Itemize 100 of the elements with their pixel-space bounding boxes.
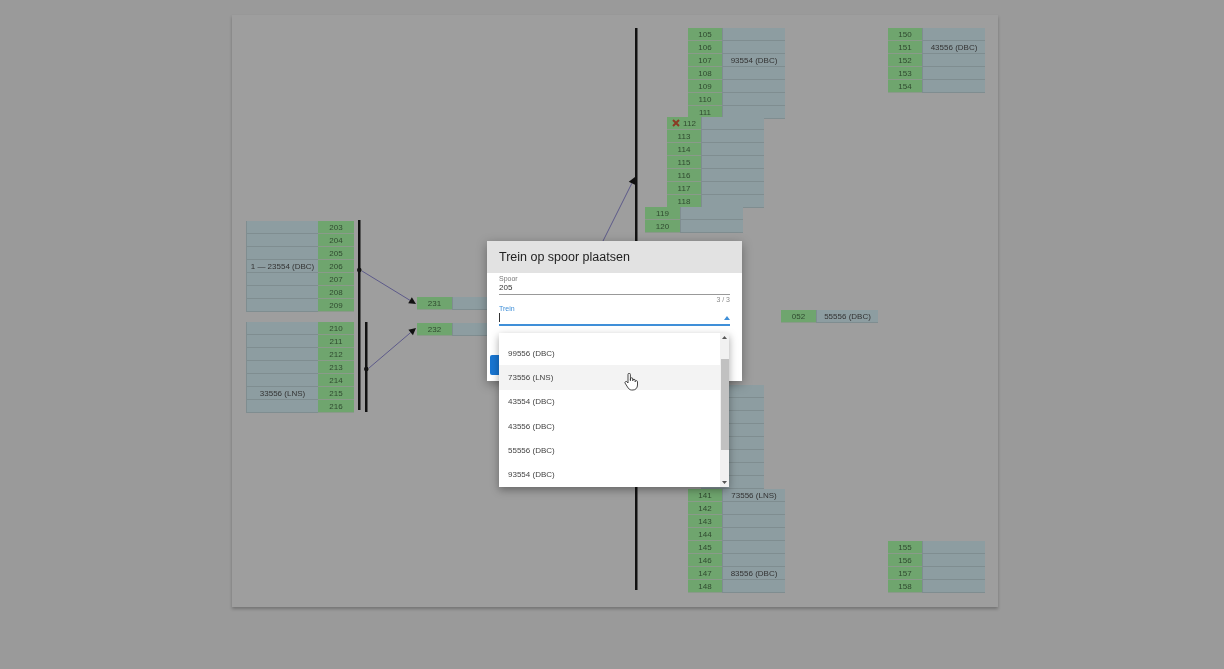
track-number[interactable]: 207 — [318, 273, 354, 286]
dropdown-option[interactable]: 55556 (DBC) — [499, 438, 720, 463]
track-number[interactable]: 117 — [667, 182, 701, 195]
train-slot[interactable] — [922, 554, 985, 567]
track-number[interactable]: 212 — [318, 348, 354, 361]
train-slot[interactable] — [452, 297, 487, 310]
train-slot[interactable] — [722, 515, 785, 528]
train-slot[interactable] — [922, 28, 985, 41]
track-number[interactable]: 112 — [667, 117, 701, 130]
track-number[interactable]: 141 — [688, 489, 722, 502]
train-slot[interactable]: 73556 (LNS) — [722, 489, 785, 502]
track-number[interactable]: 153 — [888, 67, 922, 80]
track-number[interactable]: 147 — [688, 567, 722, 580]
track-number[interactable]: 158 — [888, 580, 922, 593]
dropdown-option[interactable]: 43554 (DBC) — [499, 389, 720, 414]
track-number[interactable]: 145 — [688, 541, 722, 554]
track-number[interactable]: 213 — [318, 361, 354, 374]
track-number[interactable]: 114 — [667, 143, 701, 156]
track-number[interactable]: 143 — [688, 515, 722, 528]
train-slot[interactable] — [922, 67, 985, 80]
train-slot[interactable] — [722, 580, 785, 593]
train-slot[interactable] — [722, 502, 785, 515]
scroll-down-icon[interactable] — [722, 481, 727, 484]
train-slot[interactable] — [722, 106, 785, 119]
track-number[interactable]: 105 — [688, 28, 722, 41]
track-number[interactable]: 151 — [888, 41, 922, 54]
train-slot[interactable] — [701, 195, 764, 208]
track-number[interactable]: 154 — [888, 80, 922, 93]
train-slot[interactable] — [922, 541, 985, 554]
track-number[interactable]: 232 — [417, 323, 452, 336]
train-slot[interactable] — [246, 299, 318, 312]
train-slot[interactable] — [452, 323, 487, 336]
train-slot[interactable] — [701, 117, 764, 130]
train-slot[interactable]: 83556 (DBC) — [722, 567, 785, 580]
train-slot[interactable] — [922, 80, 985, 93]
track-number[interactable]: 107 — [688, 54, 722, 67]
train-slot[interactable] — [722, 67, 785, 80]
train-slot[interactable]: 33556 (LNS) — [246, 387, 318, 400]
track-number[interactable]: 109 — [688, 80, 722, 93]
track-number[interactable]: 216 — [318, 400, 354, 413]
train-slot[interactable] — [246, 400, 318, 413]
track-number[interactable]: 119 — [645, 207, 680, 220]
train-slot[interactable] — [722, 93, 785, 106]
track-number[interactable]: 106 — [688, 41, 722, 54]
dropdown-option[interactable]: 73556 (LNS) — [499, 365, 720, 390]
track-number[interactable]: 205 — [318, 247, 354, 260]
track-number[interactable]: 144 — [688, 528, 722, 541]
track-number[interactable]: 148 — [688, 580, 722, 593]
track-number[interactable]: 146 — [688, 554, 722, 567]
train-slot[interactable] — [701, 182, 764, 195]
track-number[interactable]: 113 — [667, 130, 701, 143]
train-slot[interactable] — [246, 286, 318, 299]
track-number[interactable]: 110 — [688, 93, 722, 106]
track-number[interactable]: 214 — [318, 374, 354, 387]
scrollbar[interactable] — [720, 333, 729, 487]
train-slot[interactable] — [722, 80, 785, 93]
train-slot[interactable] — [246, 348, 318, 361]
train-slot[interactable] — [722, 541, 785, 554]
track-number[interactable]: 156 — [888, 554, 922, 567]
track-number[interactable]: 203 — [318, 221, 354, 234]
train-slot[interactable]: 93554 (DBC) — [722, 54, 785, 67]
train-slot[interactable] — [922, 567, 985, 580]
train-slot[interactable]: 55556 (DBC) — [816, 310, 878, 323]
track-number[interactable]: 206 — [318, 260, 354, 273]
train-slot[interactable] — [246, 322, 318, 335]
dropdown-option[interactable]: 43556 (DBC) — [499, 414, 720, 439]
track-number[interactable]: 052 — [781, 310, 816, 323]
train-slot[interactable] — [246, 221, 318, 234]
train-slot[interactable] — [701, 143, 764, 156]
track-number[interactable]: 115 — [667, 156, 701, 169]
train-slot[interactable] — [246, 273, 318, 286]
train-slot[interactable] — [680, 220, 743, 233]
scroll-up-icon[interactable] — [722, 336, 727, 339]
train-slot[interactable]: 1 — 23554 (DBC) — [246, 260, 318, 273]
track-number[interactable]: 142 — [688, 502, 722, 515]
track-number[interactable]: 209 — [318, 299, 354, 312]
track-number[interactable]: 155 — [888, 541, 922, 554]
track-number[interactable]: 152 — [888, 54, 922, 67]
train-slot[interactable] — [722, 528, 785, 541]
train-slot[interactable] — [701, 130, 764, 143]
train-slot[interactable] — [722, 554, 785, 567]
train-slot[interactable] — [246, 247, 318, 260]
track-number[interactable]: 210 — [318, 322, 354, 335]
train-slot[interactable] — [722, 41, 785, 54]
train-slot[interactable] — [246, 234, 318, 247]
track-number[interactable]: 208 — [318, 286, 354, 299]
track-number[interactable]: 215 — [318, 387, 354, 400]
track-number[interactable]: 231 — [417, 297, 452, 310]
track-number[interactable]: 108 — [688, 67, 722, 80]
train-slot[interactable] — [722, 28, 785, 41]
train-slot[interactable] — [246, 361, 318, 374]
track-number[interactable]: 204 — [318, 234, 354, 247]
train-slot[interactable] — [701, 169, 764, 182]
train-slot[interactable] — [680, 207, 743, 220]
dropdown-option[interactable]: 93554 (DBC) — [499, 462, 720, 487]
track-number[interactable]: 211 — [318, 335, 354, 348]
train-slot[interactable] — [246, 335, 318, 348]
train-slot[interactable] — [246, 374, 318, 387]
track-number[interactable]: 157 — [888, 567, 922, 580]
train-slot[interactable]: 43556 (DBC) — [922, 41, 985, 54]
